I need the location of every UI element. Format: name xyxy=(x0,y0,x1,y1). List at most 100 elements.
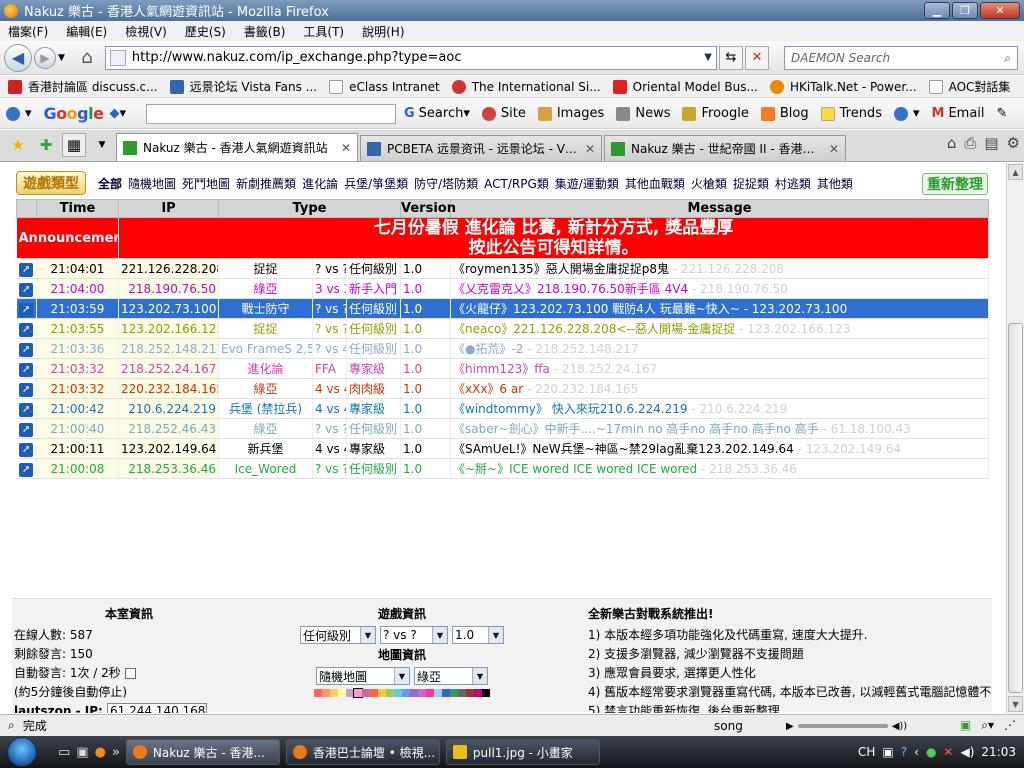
taskbar-item[interactable]: pull1.jpg - 小畫家 xyxy=(445,739,600,765)
category-item[interactable]: 進化論 xyxy=(302,175,338,192)
google-menu-button[interactable]: ▾ xyxy=(6,106,32,121)
ime-options-icon[interactable]: ▣ xyxy=(882,745,893,759)
table-row[interactable]: ➚ 21:00:08 218.253.36.46 Ice_Wored? vs ? 任何級… xyxy=(16,458,989,479)
table-row[interactable]: ➚ 21:00:40 218.252.46.43 綠亞? vs ? 任何級別 1.0 《sa… xyxy=(16,418,989,439)
zoom-icon[interactable]: ⌕▾ xyxy=(981,718,994,733)
google-news-button[interactable]: News xyxy=(616,106,670,121)
tray-expand-icon[interactable]: ‹ xyxy=(914,745,919,759)
bookmark-item[interactable]: The International Si... xyxy=(451,79,601,94)
table-row[interactable]: ➚ 21:03:36 218.252.148.217 Evo FrameS 2,54?… xyxy=(16,338,989,359)
bookmark-item[interactable]: 香港討論區 discuss.c... xyxy=(8,78,158,95)
search-input[interactable]: DAEMON Search ⌕ xyxy=(784,46,1018,70)
tab-close-icon[interactable]: ✕ xyxy=(585,142,595,156)
menu-bookmarks[interactable]: 書籤(B) xyxy=(244,23,286,40)
table-row[interactable]: ➚ 21:04:01 221.126.228.208 捉捉? vs ? 任何級別 1.0 《… xyxy=(16,258,989,279)
menu-history[interactable]: 歷史(S) xyxy=(185,23,226,40)
menu-file[interactable]: 檔案(F) xyxy=(8,23,48,40)
table-row[interactable]: ➚21:03:32220.232.184.165綠亞4 vs 4肉肉級1.0《x… xyxy=(16,378,989,399)
search-icon[interactable]: ⌕ xyxy=(1004,51,1011,66)
star-icon[interactable]: ★ xyxy=(6,133,30,157)
announcement-row[interactable]: Announcement 七月份暑假 進化論 比賽, 新計分方式, 獎品豐厚 按… xyxy=(16,217,989,259)
print-icon[interactable]: ⎙ xyxy=(964,134,976,152)
volume-icon[interactable]: ◀)) xyxy=(892,721,908,732)
category-item[interactable]: 隨機地圖 xyxy=(128,175,176,192)
join-arrow-icon[interactable]: ➚ xyxy=(19,302,34,317)
reload-button[interactable]: ⇆ xyxy=(718,45,743,70)
network-warning-icon[interactable]: ✕ xyxy=(943,745,953,759)
google-search-input[interactable] xyxy=(146,103,396,124)
category-item[interactable]: 村逃類 xyxy=(775,175,811,192)
google-options-button[interactable]: ◆ ▾ xyxy=(109,106,126,121)
google-info-button[interactable]: ▾ xyxy=(893,106,920,121)
category-item[interactable]: 防守/塔防類 xyxy=(414,175,478,192)
google-froogle-button[interactable]: Froogle xyxy=(682,106,749,121)
menu-help[interactable]: 說明(H) xyxy=(362,23,404,40)
auto-post-checkbox[interactable] xyxy=(124,668,136,679)
color-palette[interactable] xyxy=(287,688,517,698)
tab-nakuz-aoe2[interactable]: Nakuz 樂古 - 世紀帝國 II - 香港人氣... ✕ xyxy=(604,135,846,161)
tools-gear-icon[interactable]: ⚙ xyxy=(1007,134,1020,152)
taskbar-item[interactable]: 香港巴士論壇 • 檢視... xyxy=(285,739,440,765)
close-button[interactable]: ✕ xyxy=(980,2,1020,19)
join-arrow-icon[interactable]: ➚ xyxy=(19,422,34,437)
home-icon[interactable]: ⌂ xyxy=(947,134,957,152)
url-text[interactable]: http://www.nakuz.com/ip_exchange.php?typ… xyxy=(132,50,462,65)
show-desktop-icon[interactable]: ▭ xyxy=(58,745,70,760)
messenger-icon[interactable]: ● xyxy=(926,745,936,759)
table-row[interactable]: ➚ 21:03:55 123.202.166.123 捉捉? vs ? 任何級別 1.0 《… xyxy=(16,318,989,339)
category-item[interactable]: 死鬥地圖 xyxy=(182,175,230,192)
category-item[interactable]: 其他類 xyxy=(817,175,853,192)
table-row[interactable]: ➚ 21:03:59 123.202.73.100 戰士防守? vs ? 任何級別 1.0… xyxy=(16,298,989,319)
google-images-button[interactable]: Images xyxy=(537,106,604,121)
table-row[interactable]: ➚21:04:00218.190.76.50綠亞3 vs 3新手入門1.0《乂克… xyxy=(16,278,989,299)
category-item[interactable]: 捉捉類 xyxy=(733,175,769,192)
home-button[interactable]: ⌂ xyxy=(75,46,99,70)
bookmark-item[interactable]: HKiTalk.Net - Power... xyxy=(769,79,917,94)
google-search-button[interactable]: G Search ▾ xyxy=(404,106,470,121)
google-site-button[interactable]: Site xyxy=(481,106,526,121)
category-item[interactable]: 火槍類 xyxy=(691,175,727,192)
table-row[interactable]: ➚21:00:11123.202.149.64新兵堡4 vs 4專家級1.0《S… xyxy=(16,438,989,459)
tab-close-icon[interactable]: ✕ xyxy=(341,141,351,155)
play-icon[interactable]: ▶ xyxy=(786,721,794,732)
category-item[interactable]: 新劇推薦類 xyxy=(236,175,296,192)
minimize-button[interactable]: ▁ xyxy=(924,2,950,19)
more-quicklaunch-icon[interactable]: » xyxy=(112,745,120,760)
page-menu-icon[interactable]: ▤ xyxy=(984,134,998,152)
bookmark-item[interactable]: eClass Intranet xyxy=(329,79,440,94)
version-select[interactable]: 1.0 ▼ xyxy=(452,626,504,644)
volume-icon[interactable]: ◀) xyxy=(960,745,974,759)
status-search-icon[interactable]: ⌕ xyxy=(8,718,15,733)
taskbar-item[interactable]: Nakuz 樂古 - 香港... xyxy=(125,739,280,765)
refresh-button[interactable]: 重新整理 xyxy=(922,173,988,195)
url-dropdown-icon[interactable]: ▼ xyxy=(704,52,712,63)
pencil-button[interactable]: ✎ xyxy=(997,106,1008,121)
join-arrow-icon[interactable]: ➚ xyxy=(19,442,34,457)
bookmark-item[interactable]: AOC對話集 xyxy=(928,78,1010,95)
table-row[interactable]: ➚ 21:03:32 218.252.24.167 進化論 FFA 專家級 1.0 《himm… xyxy=(16,358,989,379)
category-item[interactable]: 兵堡/箏堡類 xyxy=(344,175,408,192)
join-arrow-icon[interactable]: ➚ xyxy=(19,382,34,397)
join-arrow-icon[interactable]: ➚ xyxy=(19,402,34,417)
level-select[interactable]: 任何級別 ▼ xyxy=(300,626,376,644)
clock[interactable]: 21:03 xyxy=(981,745,1016,759)
add-bookmark-icon[interactable]: ✚ xyxy=(34,133,58,157)
media-seek-bar[interactable] xyxy=(797,724,888,728)
addon-icon[interactable]: ▣ xyxy=(960,718,971,733)
tab-nakuz-aoc[interactable]: Nakuz 樂古 - 香港人氣網遊資訊站 ✕ xyxy=(116,133,358,161)
tab-grid-icon[interactable]: ▦ xyxy=(62,133,86,157)
vertical-scrollbar[interactable]: ▲ ▼ xyxy=(1006,163,1024,713)
google-trends-button[interactable]: Trends xyxy=(820,106,882,121)
bookmark-item[interactable]: 远景论坛 Vista Fans ... xyxy=(169,78,317,95)
map-select[interactable]: 隨機地圖 ▼ xyxy=(316,667,410,685)
vs-select[interactable]: ? vs ? ▼ xyxy=(380,626,448,644)
url-bar[interactable]: http://www.nakuz.com/ip_exchange.php?typ… xyxy=(104,45,717,70)
scroll-down-icon[interactable]: ▼ xyxy=(1008,696,1023,712)
menu-view[interactable]: 檢視(V) xyxy=(125,23,167,40)
menu-tools[interactable]: 工具(T) xyxy=(303,23,344,40)
switch-windows-icon[interactable]: ▣ xyxy=(76,745,88,760)
ime-indicator[interactable]: CH xyxy=(858,745,875,759)
join-arrow-icon[interactable]: ➚ xyxy=(19,322,34,337)
scroll-up-icon[interactable]: ▲ xyxy=(1008,164,1023,180)
menu-edit[interactable]: 編輯(E) xyxy=(66,23,107,40)
